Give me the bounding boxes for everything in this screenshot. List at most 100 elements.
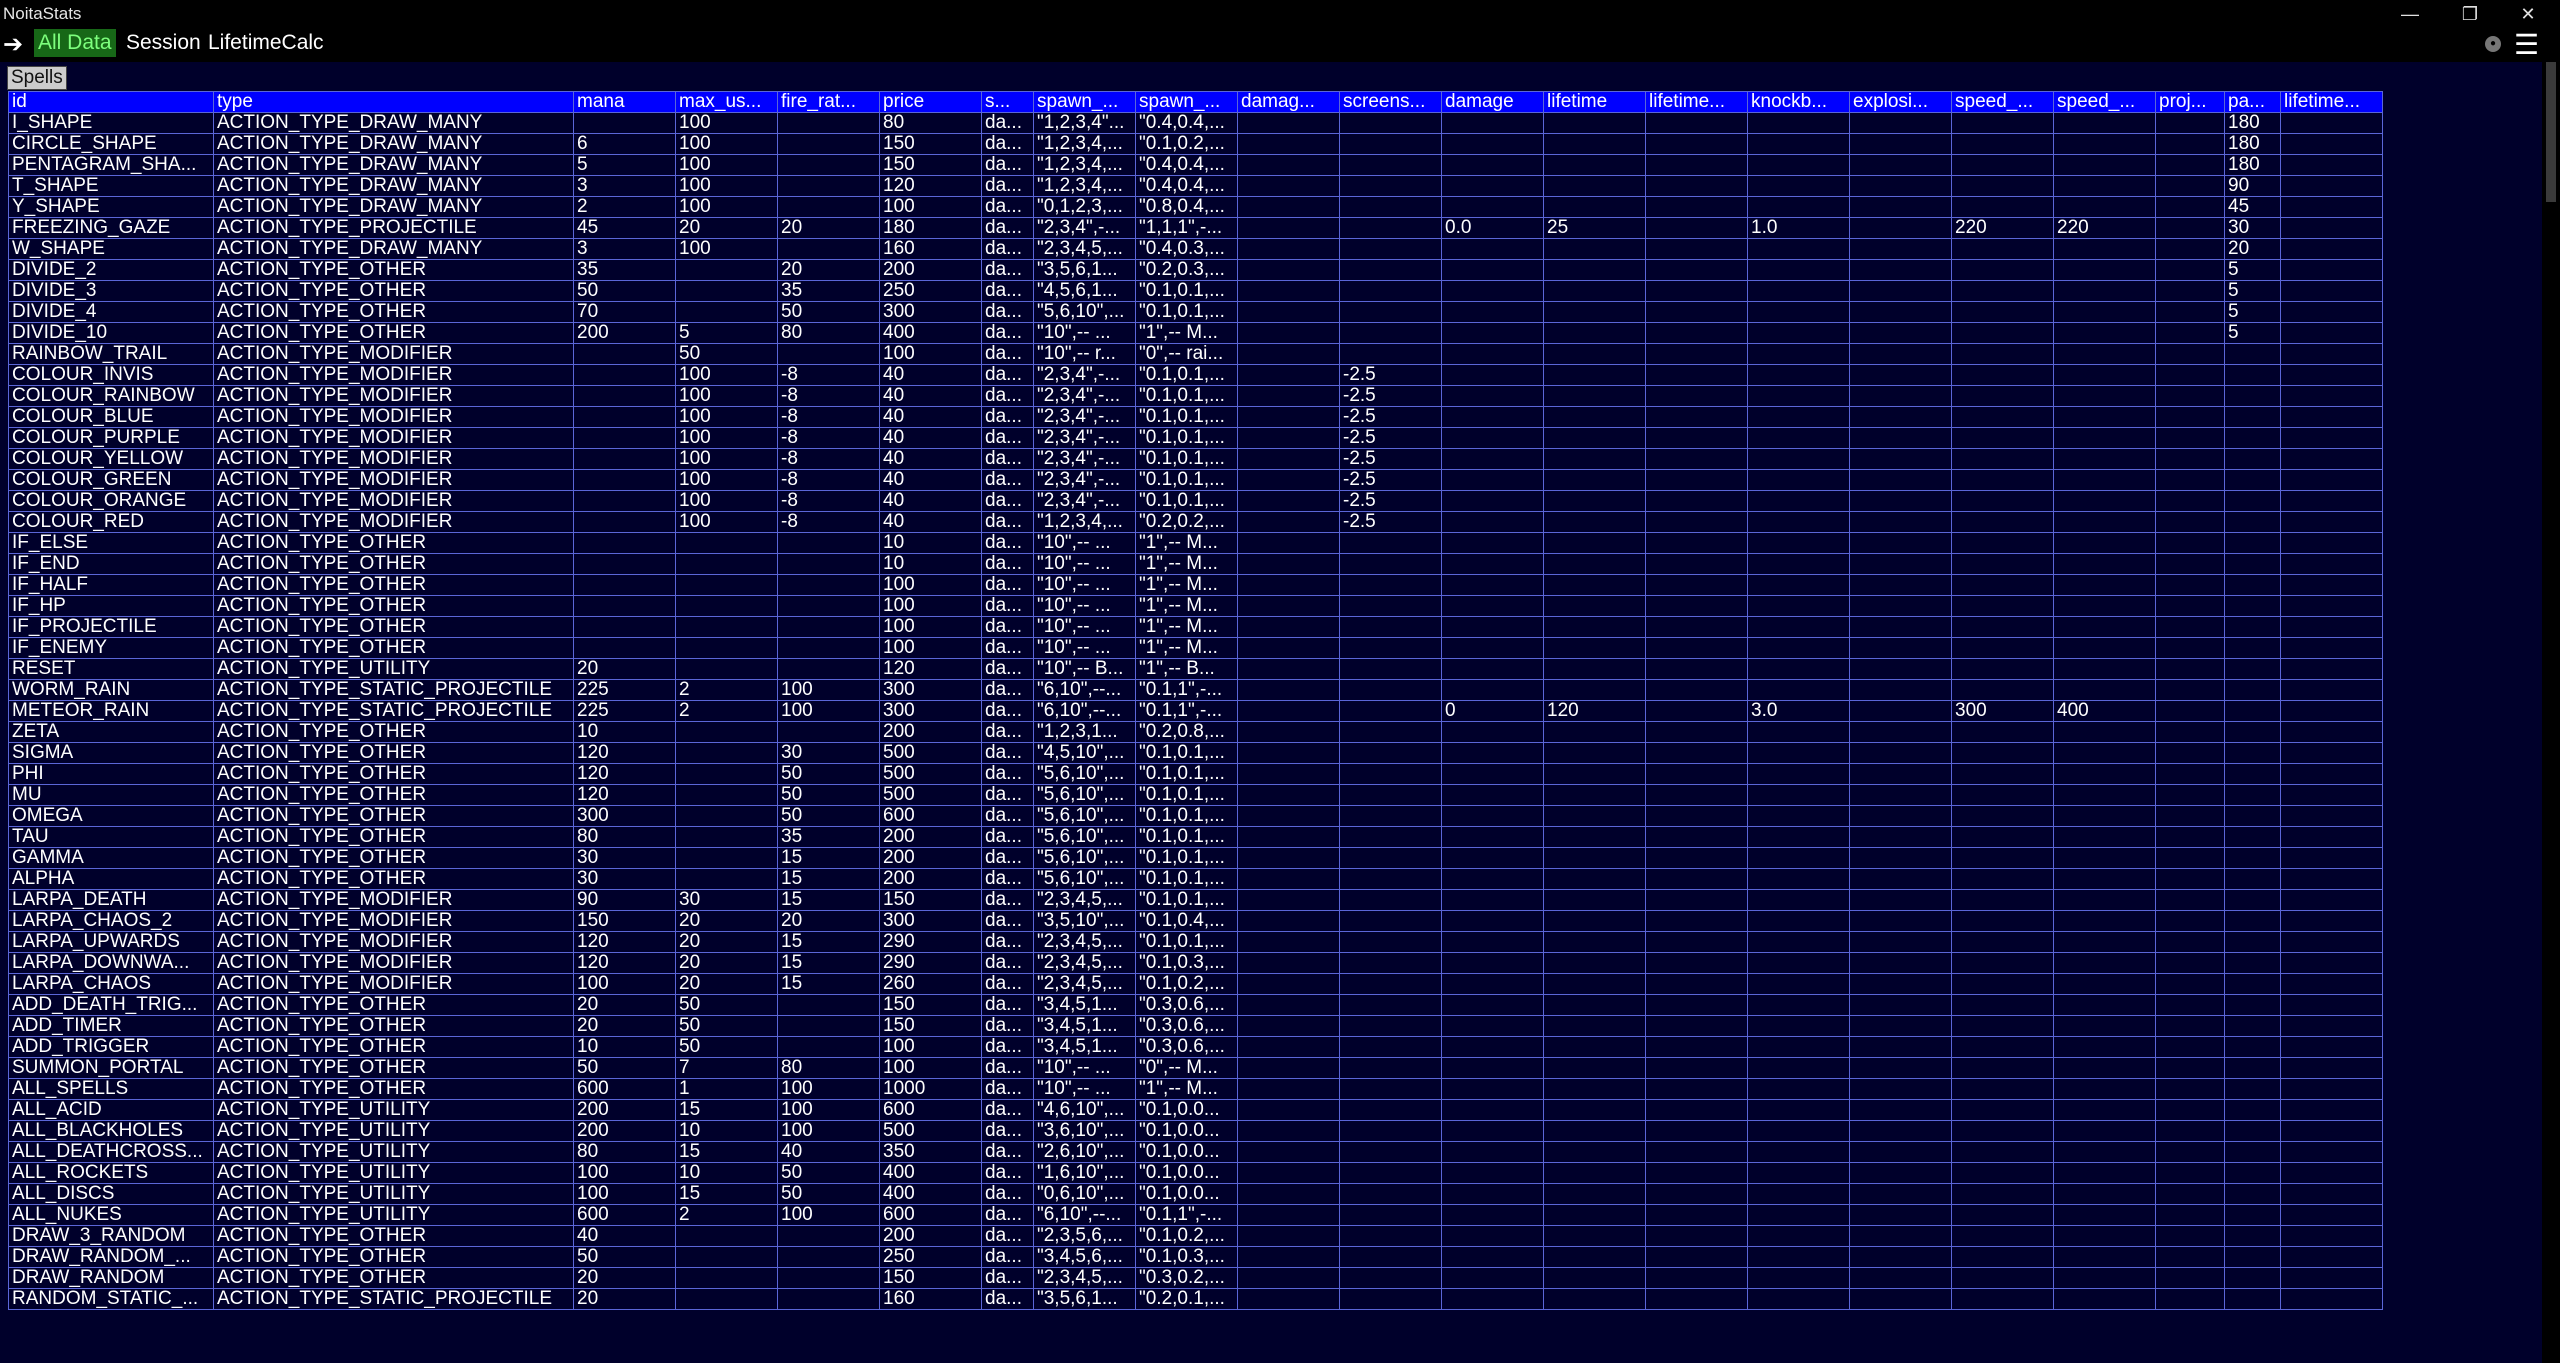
column-header[interactable]: speed_... — [1951, 91, 2054, 113]
table-cell: 300 — [879, 679, 982, 701]
table-row[interactable]: DIVIDE_10 ACTION_TYPE_OTHER 200 5 80 400 da...… — [8, 322, 2383, 344]
table-row[interactable]: GAMMA ACTION_TYPE_OTHER 30 15 200 da... "5,6,1… — [8, 847, 2383, 869]
table-cell — [1849, 280, 1952, 302]
table-row[interactable]: ALL_BLACKHOLES ACTION_TYPE_UTILITY 200 10 10… — [8, 1120, 2383, 1142]
table-row[interactable]: COLOUR_BLUE ACTION_TYPE_MODIFIER 100 -8 40 da… — [8, 406, 2383, 428]
column-header[interactable]: lifetime... — [1645, 91, 1748, 113]
table-row[interactable]: METEOR_RAIN ACTION_TYPE_STATIC_PROJECTILE… — [8, 700, 2383, 722]
table-row[interactable]: IF_HP ACTION_TYPE_OTHER 100 da... "10",-- ..… — [8, 595, 2383, 617]
table-row[interactable]: WORM_RAIN ACTION_TYPE_STATIC_PROJECTILE 22… — [8, 679, 2383, 701]
column-header[interactable]: spawn_... — [1033, 91, 1136, 113]
table-row[interactable]: RANDOM_STATIC_... ACTION_TYPE_STATIC_PROJ… — [8, 1288, 2383, 1310]
table-row[interactable]: DIVIDE_3 ACTION_TYPE_OTHER 50 35 250 da... "4,… — [8, 280, 2383, 302]
table-row[interactable]: IF_HALF ACTION_TYPE_OTHER 100 da... "10",-- … — [8, 574, 2383, 596]
table-row[interactable]: ADD_TIMER ACTION_TYPE_OTHER 20 50 150 da... "3… — [8, 1015, 2383, 1037]
column-header[interactable]: knockb... — [1747, 91, 1850, 113]
column-header[interactable]: price — [879, 91, 982, 113]
table-cell — [2053, 973, 2156, 995]
table-cell — [1951, 1225, 2054, 1247]
table-row[interactable]: W_SHAPE ACTION_TYPE_DRAW_MANY 3 100 160 da...… — [8, 238, 2383, 260]
table-row[interactable]: RESET ACTION_TYPE_UTILITY 20 120 da... "10",-… — [8, 658, 2383, 680]
table-row[interactable]: COLOUR_INVIS ACTION_TYPE_MODIFIER 100 -8 40 d… — [8, 364, 2383, 386]
table-cell: 50 — [777, 763, 880, 785]
table-row[interactable]: DRAW_3_RANDOM ACTION_TYPE_OTHER 40 200 da...… — [8, 1225, 2383, 1247]
table-row[interactable]: T_SHAPE ACTION_TYPE_DRAW_MANY 3 100 120 da...… — [8, 175, 2383, 197]
tab-lifetime-calc[interactable]: LifetimeCalc — [204, 29, 328, 57]
column-header[interactable]: spawn_... — [1135, 91, 1238, 113]
vertical-scrollbar[interactable] — [2542, 62, 2560, 1363]
tab-session[interactable]: Session — [122, 29, 205, 57]
hamburger-menu-icon[interactable]: ☰ — [2514, 28, 2539, 61]
table-row[interactable]: LARPA_UPWARDS ACTION_TYPE_MODIFIER 120 20 15… — [8, 931, 2383, 953]
table-row[interactable]: Y_SHAPE ACTION_TYPE_DRAW_MANY 2 100 100 da...… — [8, 196, 2383, 218]
table-row[interactable]: ALL_SPELLS ACTION_TYPE_OTHER 600 1 100 1000 da… — [8, 1078, 2383, 1100]
table-row[interactable]: PENTAGRAM_SHA... ACTION_TYPE_DRAW_MANY 5 10… — [8, 154, 2383, 176]
table-row[interactable]: FREEZING_GAZE ACTION_TYPE_PROJECTILE 45 20 2… — [8, 217, 2383, 239]
table-row[interactable]: DIVIDE_2 ACTION_TYPE_OTHER 35 20 200 da... "3,… — [8, 259, 2383, 281]
table-row[interactable]: ZETA ACTION_TYPE_OTHER 10 200 da... "1,2,3,1.… — [8, 721, 2383, 743]
table-row[interactable]: I_SHAPE ACTION_TYPE_DRAW_MANY 100 80 da... "1… — [8, 112, 2383, 134]
table-cell: 15 — [777, 952, 880, 974]
restore-icon[interactable]: ❐ — [2450, 1, 2490, 27]
scrollbar-thumb[interactable] — [2546, 62, 2556, 202]
table-cell: 50 — [675, 1036, 778, 1058]
table-row[interactable]: ALL_ROCKETS ACTION_TYPE_UTILITY 100 10 50 400… — [8, 1162, 2383, 1184]
table-cell — [1849, 490, 1952, 512]
column-header[interactable]: mana — [573, 91, 676, 113]
table-row[interactable]: COLOUR_ORANGE ACTION_TYPE_MODIFIER 100 -8 40… — [8, 490, 2383, 512]
table-row[interactable]: SIGMA ACTION_TYPE_OTHER 120 30 500 da... "4,5,… — [8, 742, 2383, 764]
table-row[interactable]: TAU ACTION_TYPE_OTHER 80 35 200 da... "5,6,10"… — [8, 826, 2383, 848]
column-header[interactable]: type — [213, 91, 574, 113]
globe-icon[interactable]: ● — [2485, 36, 2501, 52]
table-row[interactable]: SUMMON_PORTAL ACTION_TYPE_OTHER 50 7 80 100 da… — [8, 1057, 2383, 1079]
table-row[interactable]: COLOUR_RED ACTION_TYPE_MODIFIER 100 -8 40 da.… — [8, 511, 2383, 533]
column-header[interactable]: lifetime — [1543, 91, 1646, 113]
table-row[interactable]: COLOUR_RAINBOW ACTION_TYPE_MODIFIER 100 -8 4… — [8, 385, 2383, 407]
column-header[interactable]: lifetime... — [2280, 91, 2383, 113]
table-row[interactable]: ADD_DEATH_TRIG... ACTION_TYPE_OTHER 20 50 15… — [8, 994, 2383, 1016]
table-row[interactable]: IF_PROJECTILE ACTION_TYPE_OTHER 100 da... "1… — [8, 616, 2383, 638]
column-header[interactable]: screens... — [1339, 91, 1442, 113]
column-header[interactable]: proj... — [2155, 91, 2225, 113]
table-row[interactable]: IF_ENEMY ACTION_TYPE_OTHER 100 da... "10",--… — [8, 637, 2383, 659]
table-row[interactable]: DRAW_RANDOM_... ACTION_TYPE_OTHER 50 250 da.… — [8, 1246, 2383, 1268]
table-row[interactable]: COLOUR_GREEN ACTION_TYPE_MODIFIER 100 -8 40 d… — [8, 469, 2383, 491]
column-header[interactable]: speed_... — [2053, 91, 2156, 113]
table-row[interactable]: DIVIDE_4 ACTION_TYPE_OTHER 70 50 300 da... "5,… — [8, 301, 2383, 323]
table-row[interactable]: ALPHA ACTION_TYPE_OTHER 30 15 200 da... "5,6,1… — [8, 868, 2383, 890]
column-header[interactable]: fire_rat... — [777, 91, 880, 113]
table-row[interactable]: LARPA_CHAOS ACTION_TYPE_MODIFIER 100 20 15 26… — [8, 973, 2383, 995]
table-row[interactable]: CIRCLE_SHAPE ACTION_TYPE_DRAW_MANY 6 100 150… — [8, 133, 2383, 155]
table-row[interactable]: LARPA_CHAOS_2 ACTION_TYPE_MODIFIER 150 20 20… — [8, 910, 2383, 932]
table-row[interactable]: IF_ELSE ACTION_TYPE_OTHER 10 da... "10",-- .… — [8, 532, 2383, 554]
column-header[interactable]: max_us... — [675, 91, 778, 113]
minimize-icon[interactable]: — — [2390, 1, 2430, 27]
table-row[interactable]: IF_END ACTION_TYPE_OTHER 10 da... "10",-- ..… — [8, 553, 2383, 575]
table-row[interactable]: LARPA_DOWNWA... ACTION_TYPE_MODIFIER 120 20… — [8, 952, 2383, 974]
column-header[interactable]: id — [8, 91, 214, 113]
table-row[interactable]: ADD_TRIGGER ACTION_TYPE_OTHER 10 50 100 da...… — [8, 1036, 2383, 1058]
tab-all-data[interactable]: All Data — [34, 29, 116, 57]
table-row[interactable]: OMEGA ACTION_TYPE_OTHER 300 50 600 da... "5,6,… — [8, 805, 2383, 827]
column-header[interactable]: pa... — [2224, 91, 2281, 113]
table-row[interactable]: COLOUR_PURPLE ACTION_TYPE_MODIFIER 100 -8 40… — [8, 427, 2383, 449]
table-row[interactable]: ALL_DEATHCROSS... ACTION_TYPE_UTILITY 80 15… — [8, 1141, 2383, 1163]
table-row[interactable]: ALL_DISCS ACTION_TYPE_UTILITY 100 15 50 400 da… — [8, 1183, 2383, 1205]
table-cell — [2053, 385, 2156, 407]
table-row[interactable]: LARPA_DEATH ACTION_TYPE_MODIFIER 90 30 15 150… — [8, 889, 2383, 911]
column-header[interactable]: damage — [1441, 91, 1544, 113]
column-header[interactable]: explosi... — [1849, 91, 1952, 113]
table-row[interactable]: DRAW_RANDOM ACTION_TYPE_OTHER 20 150 da... "2… — [8, 1267, 2383, 1289]
column-header[interactable]: damag... — [1237, 91, 1340, 113]
table-row[interactable]: ALL_ACID ACTION_TYPE_UTILITY 200 15 100 600 da… — [8, 1099, 2383, 1121]
table-row[interactable]: MU ACTION_TYPE_OTHER 120 50 500 da... "5,6,10"… — [8, 784, 2383, 806]
table-row[interactable]: COLOUR_YELLOW ACTION_TYPE_MODIFIER 100 -8 40… — [8, 448, 2383, 470]
close-icon[interactable]: ✕ — [2508, 1, 2548, 27]
table-row[interactable]: RAINBOW_TRAIL ACTION_TYPE_MODIFIER 50 100 da… — [8, 343, 2383, 365]
table-row[interactable]: ALL_NUKES ACTION_TYPE_UTILITY 600 2 100 600 da… — [8, 1204, 2383, 1226]
table-row[interactable]: PHI ACTION_TYPE_OTHER 120 50 500 da... "5,6,10… — [8, 763, 2383, 785]
back-arrow-icon[interactable]: ➔ — [3, 30, 23, 59]
table-cell — [1543, 1225, 1646, 1247]
table-cell — [2053, 1183, 2156, 1205]
column-header[interactable]: s... — [981, 91, 1034, 113]
